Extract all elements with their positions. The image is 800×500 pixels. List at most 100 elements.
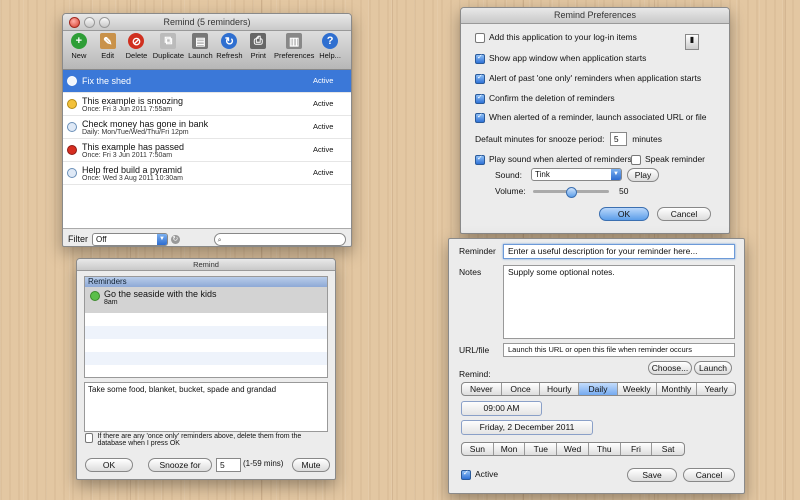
help-icon: ? bbox=[322, 33, 339, 49]
minimize-icon[interactable] bbox=[84, 17, 95, 28]
volume-slider[interactable] bbox=[533, 187, 609, 198]
active-icon bbox=[67, 76, 77, 86]
day-sun[interactable]: Sun bbox=[462, 443, 494, 455]
play-button[interactable]: Play bbox=[627, 168, 659, 182]
chevron-down-icon: ▼ bbox=[156, 233, 167, 245]
filter-select[interactable]: Off ▼ bbox=[92, 232, 168, 246]
snooze-period-input[interactable]: 5 bbox=[609, 132, 627, 146]
volume-label: Volume: bbox=[495, 186, 526, 196]
active-icon bbox=[90, 291, 100, 301]
freq-monthly[interactable]: Monthly bbox=[657, 383, 698, 395]
window-controls bbox=[69, 17, 110, 28]
help-button[interactable]: ? Help... bbox=[318, 31, 342, 69]
sound-select[interactable]: Tink ▼ bbox=[531, 168, 622, 181]
close-icon[interactable] bbox=[69, 17, 80, 28]
url-input[interactable]: Launch this URL or open this file when r… bbox=[503, 343, 735, 357]
alert-titlebar: Remind bbox=[77, 259, 335, 271]
freq-daily[interactable]: Daily bbox=[579, 383, 618, 395]
search-input[interactable]: ⌕ bbox=[213, 232, 346, 246]
main-window: Remind (5 reminders) + New ✎ Edit ⊘ Delete … bbox=[62, 13, 352, 247]
main-window-title: Remind (5 reminders) bbox=[163, 17, 251, 27]
choose-button[interactable]: Choose... bbox=[648, 361, 692, 375]
active-checkbox[interactable] bbox=[461, 469, 471, 480]
pref-alert-past[interactable]: Alert of past 'one only' reminders when … bbox=[475, 73, 701, 84]
freq-hourly[interactable]: Hourly bbox=[540, 383, 580, 395]
login-items-checkbox[interactable] bbox=[475, 32, 485, 43]
mute-button[interactable]: Mute bbox=[292, 458, 330, 472]
delete-option[interactable]: If there are any 'once only' reminders a… bbox=[85, 433, 330, 447]
clear-filter-icon[interactable]: ↻ bbox=[170, 234, 180, 244]
notes-text[interactable]: Take some food, blanket, bucket, spade a… bbox=[84, 382, 328, 432]
list-item[interactable]: This example has passed Once: Fri 3 Jun 2… bbox=[63, 139, 351, 162]
pref-login-items[interactable]: Add this application to your log-in item… bbox=[475, 32, 637, 43]
freq-yearly[interactable]: Yearly bbox=[697, 383, 735, 395]
speak-checkbox[interactable] bbox=[631, 154, 641, 165]
reminder-input[interactable]: Enter a useful description for your remi… bbox=[503, 244, 735, 259]
new-button[interactable]: + New bbox=[67, 31, 91, 69]
delete-checkbox[interactable] bbox=[85, 433, 94, 443]
day-fri[interactable]: Fri bbox=[621, 443, 653, 455]
launch-button[interactable]: Launch bbox=[694, 361, 732, 375]
time-picker[interactable]: 09:00 AM bbox=[461, 401, 542, 416]
chevron-down-icon: ▼ bbox=[611, 169, 621, 180]
sound-label: Sound: bbox=[495, 170, 522, 180]
toolbar: + New ✎ Edit ⊘ Delete ⧉ Duplicate ▤ Launch ↻ R… bbox=[63, 31, 351, 70]
snooze-button[interactable]: Snooze for bbox=[148, 458, 212, 472]
list-item[interactable]: Fix the shed Active bbox=[63, 70, 351, 93]
freq-weekly[interactable]: Weekly bbox=[618, 383, 657, 395]
zoom-icon[interactable] bbox=[99, 17, 110, 28]
snooze-minutes-input[interactable]: 5 bbox=[216, 458, 241, 472]
notes-label: Notes bbox=[459, 267, 482, 277]
cancel-button[interactable]: Cancel bbox=[657, 207, 711, 221]
delete-button[interactable]: ⊘ Delete bbox=[125, 31, 149, 69]
pref-confirm-delete[interactable]: Confirm the deletion of reminders bbox=[475, 93, 615, 104]
day-wed[interactable]: Wed bbox=[557, 443, 589, 455]
day-sat[interactable]: Sat bbox=[652, 443, 684, 455]
pref-snooze-period: Default minutes for snooze period: 5 min… bbox=[475, 132, 662, 146]
play-sound-checkbox[interactable] bbox=[475, 154, 485, 165]
alert-past-checkbox[interactable] bbox=[475, 73, 485, 84]
ok-button[interactable]: OK bbox=[599, 207, 649, 221]
preferences-icon: ▥ bbox=[286, 33, 303, 49]
print-button[interactable]: ⎙ Print bbox=[246, 31, 270, 69]
list-item[interactable]: Check money has gone in bank Daily: Mon/T… bbox=[63, 116, 351, 139]
save-button[interactable]: Save bbox=[627, 468, 677, 482]
notes-input[interactable]: Supply some optional notes. bbox=[503, 265, 735, 339]
day-selector[interactable]: Sun Mon Tue Wed Thu Fri Sat bbox=[461, 442, 685, 456]
ok-button[interactable]: OK bbox=[85, 458, 133, 472]
confirm-delete-checkbox[interactable] bbox=[475, 93, 485, 104]
pref-show-window[interactable]: Show app window when application starts bbox=[475, 53, 646, 64]
day-thu[interactable]: Thu bbox=[589, 443, 621, 455]
freq-never[interactable]: Never bbox=[462, 383, 502, 395]
list-item[interactable]: Help fred build a pyramid Once: Wed 3 Aug… bbox=[63, 162, 351, 185]
alert-reminder-list[interactable]: Reminders Go the seaside with the kids 8a… bbox=[84, 276, 328, 378]
reminder-list[interactable]: Fix the shed Active This example is snoo… bbox=[63, 70, 351, 229]
duplicate-button[interactable]: ⧉ Duplicate bbox=[153, 31, 184, 69]
edit-button[interactable]: ✎ Edit bbox=[96, 31, 120, 69]
pref-speak[interactable]: Speak reminder bbox=[631, 154, 705, 165]
active-option[interactable]: Active bbox=[461, 469, 498, 480]
editor-window: Reminder Enter a useful description for … bbox=[448, 238, 745, 494]
remind-label: Remind: bbox=[459, 369, 491, 379]
volume-knob[interactable] bbox=[566, 187, 577, 198]
date-picker[interactable]: Friday, 2 December 2011 bbox=[461, 420, 593, 435]
filter-label: Filter bbox=[68, 234, 88, 244]
list-item[interactable]: Go the seaside with the kids 8am bbox=[85, 287, 327, 313]
snooze-icon bbox=[67, 99, 77, 109]
pref-launch-url[interactable]: When alerted of a reminder, launch assoc… bbox=[475, 112, 707, 123]
prefs-titlebar: Remind Preferences bbox=[461, 8, 729, 24]
launch-button[interactable]: ▤ Launch bbox=[188, 31, 213, 69]
active-icon bbox=[67, 122, 77, 132]
day-tue[interactable]: Tue bbox=[525, 443, 558, 455]
day-mon[interactable]: Mon bbox=[494, 443, 526, 455]
list-item[interactable]: This example is snoozing Once: Fri 3 Jun … bbox=[63, 93, 351, 116]
reminder-label: Reminder bbox=[459, 246, 496, 256]
pref-play-sound[interactable]: Play sound when alerted of reminders bbox=[475, 154, 632, 165]
refresh-button[interactable]: ↻ Refresh bbox=[216, 31, 243, 69]
freq-once[interactable]: Once bbox=[502, 383, 541, 395]
cancel-button[interactable]: Cancel bbox=[683, 468, 735, 482]
frequency-selector[interactable]: Never Once Hourly Daily Weekly Monthly Y… bbox=[461, 382, 736, 396]
show-window-checkbox[interactable] bbox=[475, 53, 485, 64]
launch-url-checkbox[interactable] bbox=[475, 112, 485, 123]
preferences-button[interactable]: ▥ Preferences bbox=[274, 31, 314, 69]
